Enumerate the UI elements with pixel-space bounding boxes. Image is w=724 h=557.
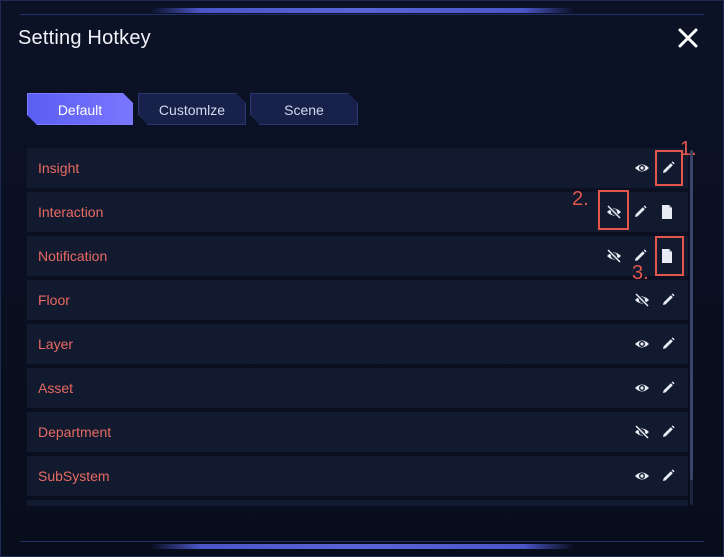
row-label: Notification [38,248,108,264]
pencil-icon[interactable] [660,380,676,396]
list-item-floor: Floor [27,280,688,320]
document-icon[interactable] [659,204,675,220]
dialog-top-accent [150,8,574,13]
list-item-partial [27,500,688,506]
row-label: Interaction [38,204,104,220]
scrollbar-thumb[interactable] [690,150,693,480]
pencil-icon[interactable] [660,468,676,484]
eye-off-icon[interactable] [634,292,650,308]
hotkey-list: Insight Interaction Notification Floor L… [27,148,688,506]
row-label: Insight [38,160,80,176]
row-label: Layer [38,336,74,352]
row-label: Department [38,424,112,440]
list-item-department: Department [27,412,688,452]
annotation-box-visibility [598,190,629,230]
dialog-top-edge [20,14,704,15]
eye-icon[interactable] [634,160,650,176]
list-item-asset: Asset [27,368,688,408]
tab-default[interactable]: Default [27,93,133,125]
list-item-layer: Layer [27,324,688,364]
tab-customize[interactable]: Customlze [138,93,246,125]
eye-off-icon[interactable] [634,424,650,440]
close-button[interactable] [676,26,700,50]
list-item-insight: Insight [27,148,688,188]
list-item-interaction: Interaction [27,192,688,232]
eye-off-icon[interactable] [606,248,622,264]
annotation-box-edit [655,150,683,186]
eye-icon[interactable] [634,468,650,484]
annotation-box-copy [655,236,684,276]
pencil-icon[interactable] [660,424,676,440]
annotation-label-3: 3. [632,262,649,284]
eye-icon[interactable] [634,380,650,396]
annotation-label-2: 2. [572,188,589,210]
dialog-bottom-accent [150,544,574,549]
list-item-notification: Notification [27,236,688,276]
list-item-subsystem: SubSystem [27,456,688,496]
row-label: Asset [38,380,74,396]
tab-scene[interactable]: Scene [250,93,358,125]
annotation-label-1: 1. [680,138,697,160]
pencil-icon[interactable] [660,292,676,308]
pencil-icon[interactable] [632,204,648,220]
row-label: Floor [38,292,70,308]
eye-icon[interactable] [634,336,650,352]
close-icon [678,28,698,48]
row-label: SubSystem [38,468,110,484]
dialog-bottom-edge [20,541,704,542]
pencil-icon[interactable] [660,336,676,352]
dialog-title: Setting Hotkey [18,27,151,49]
